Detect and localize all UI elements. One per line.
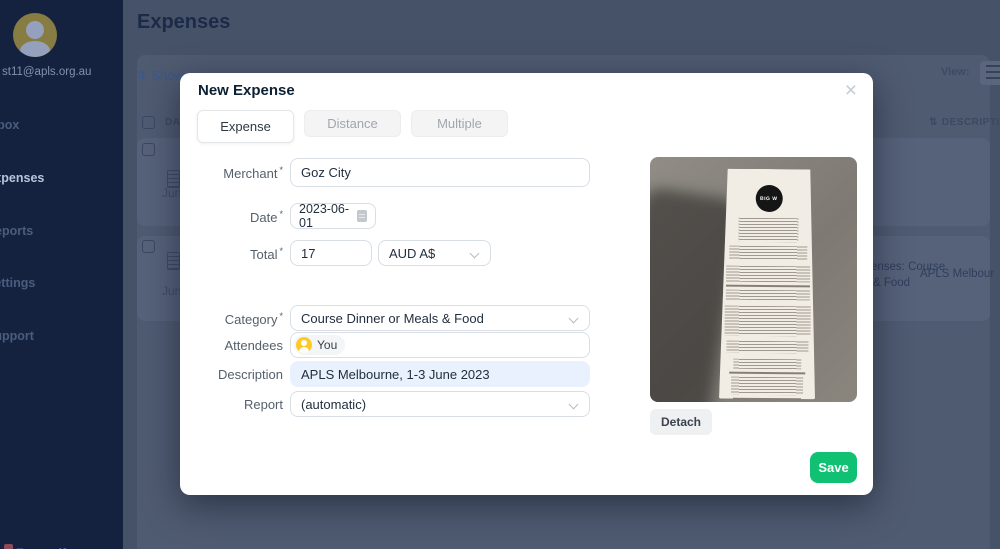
receipt-thumbnail-icon — [167, 252, 180, 270]
merchant-field[interactable] — [290, 158, 590, 187]
receipt-paper: BIG W — [719, 169, 817, 400]
sidebar-item-expenses[interactable]: Expenses — [0, 171, 44, 185]
currency-select[interactable]: AUD A$ — [378, 240, 491, 266]
logo-icon — [4, 544, 13, 549]
sidebar-item-support[interactable]: Support — [0, 329, 34, 343]
tab-multiple[interactable]: Multiple — [411, 110, 508, 137]
sort-icon: ⇅ — [929, 117, 938, 128]
category-label: Category — [180, 311, 283, 327]
chevron-down-icon — [568, 313, 579, 324]
close-icon[interactable]: × — [841, 78, 861, 103]
view-label: View: — [941, 66, 970, 78]
row-checkbox[interactable] — [142, 143, 155, 156]
date-field[interactable]: 2023-06-01 — [290, 202, 376, 230]
row-date: Jun — [162, 186, 182, 200]
row-description-fragment: & Food — [873, 277, 911, 289]
select-all-checkbox[interactable] — [142, 116, 155, 129]
attendees-field[interactable]: You — [290, 332, 590, 358]
expensify-logo: Expensify — [4, 544, 114, 549]
attendees-label: Attendees — [224, 338, 283, 353]
chevron-down-icon — [469, 248, 480, 259]
sidebar-item-inbox[interactable]: Inbox — [0, 118, 19, 132]
filters-icon: ⇅ — [137, 70, 147, 82]
show-filters-label: Show — [151, 68, 184, 83]
new-expense-modal: New Expense × Expense Distance Multiple … — [180, 73, 873, 495]
tab-distance[interactable]: Distance — [304, 110, 401, 137]
sidebar: st11@apls.org.au Inbox Expenses Reports … — [0, 0, 123, 549]
receipt-image[interactable]: BIG W — [650, 157, 857, 402]
modal-title: New Expense — [198, 82, 295, 99]
category-select[interactable]: Course Dinner or Meals & Food — [290, 305, 590, 331]
avatar-person-icon — [26, 21, 44, 39]
page-title: Expenses — [137, 11, 231, 33]
total-field[interactable] — [290, 240, 372, 266]
chevron-down-icon — [568, 399, 579, 410]
report-select[interactable]: (automatic) — [290, 391, 590, 417]
save-button[interactable]: Save — [810, 452, 857, 483]
calendar-icon — [357, 210, 367, 222]
app-window: Expenses ⇅ Show View: DATE ⇅DESCRIPTION … — [0, 0, 1000, 549]
total-label: Total — [180, 246, 283, 262]
report-label: Report — [243, 397, 283, 412]
show-filters-link[interactable]: ⇅ Show — [137, 68, 184, 83]
date-label: Date — [180, 209, 283, 225]
user-email: st11@apls.org.au — [2, 66, 92, 78]
view-menu-button[interactable] — [980, 61, 1000, 85]
expense-type-tabs: Expense Distance Multiple — [197, 110, 508, 143]
tab-expense[interactable]: Expense — [197, 110, 294, 143]
sidebar-item-settings[interactable]: Settings — [0, 276, 35, 290]
row-description-fragment: APLS Melbour — [920, 268, 995, 280]
attendee-avatar-icon — [296, 337, 312, 353]
attendee-pill[interactable]: You — [294, 335, 346, 355]
row-checkbox[interactable] — [142, 240, 155, 253]
sidebar-item-reports[interactable]: Reports — [0, 224, 33, 238]
detach-button[interactable]: Detach — [650, 409, 713, 435]
description-label: Description — [217, 367, 283, 382]
user-avatar[interactable] — [13, 13, 57, 57]
column-header-description[interactable]: ⇅DESCRIPTION — [929, 117, 1000, 128]
bigw-logo: BIG W — [755, 185, 782, 212]
description-field[interactable] — [290, 361, 590, 387]
row-date: Jun — [162, 284, 182, 298]
merchant-label: Merchant — [180, 165, 283, 181]
